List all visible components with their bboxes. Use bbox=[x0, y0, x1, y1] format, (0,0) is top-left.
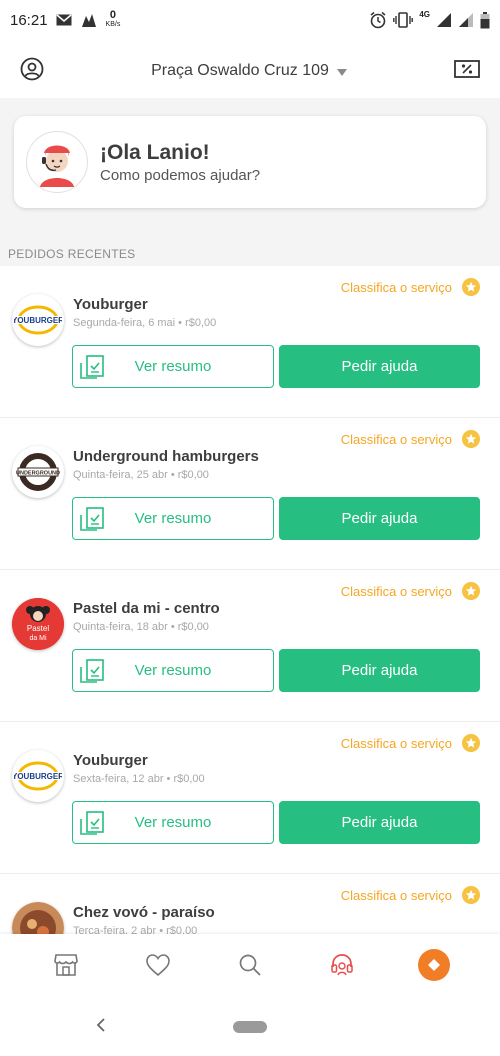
status-bar: 16:21 0 KB/s 4G bbox=[0, 0, 500, 40]
pastel-da-mi-logo: Pastel da Mi bbox=[12, 598, 64, 650]
rate-service-link[interactable]: Classifica o serviço bbox=[341, 886, 480, 904]
svg-text:YOUBURGER: YOUBURGER bbox=[14, 316, 62, 325]
youburger-logo: YOUBURGER bbox=[12, 294, 64, 346]
restaurant-name: Youburger bbox=[73, 752, 148, 769]
order-meta: Segunda-feira, 6 mai • r$0,00 bbox=[73, 317, 217, 329]
receipt-icon bbox=[77, 352, 107, 382]
nav-favorites[interactable] bbox=[138, 945, 178, 985]
view-summary-button[interactable]: Ver resumo bbox=[72, 801, 274, 844]
network-speed: 0 KB/s bbox=[105, 9, 121, 29]
restaurant-name: Chez vovó - paraíso bbox=[73, 904, 215, 921]
rate-service-link[interactable]: Classifica o serviço bbox=[341, 278, 480, 296]
system-navigation bbox=[0, 996, 500, 1056]
signal-2-icon bbox=[458, 12, 474, 28]
order-meta: Sexta-feira, 12 abr • r$0,00 bbox=[73, 773, 205, 785]
order-card: Classifica o serviço Pastel da Mi Pastel … bbox=[0, 570, 500, 722]
address-text: Praça Oswaldo Cruz 109 bbox=[151, 62, 329, 79]
orders-list[interactable]: Classifica o serviço YOUBURGER Youburger… bbox=[0, 266, 500, 934]
svg-text:YOUBURGER: YOUBURGER bbox=[14, 772, 62, 781]
plant-icon bbox=[80, 12, 98, 28]
request-help-button[interactable]: Pedir ajuda bbox=[279, 345, 480, 388]
bottom-navigation bbox=[0, 934, 500, 996]
store-icon bbox=[54, 954, 78, 976]
support-avatar bbox=[26, 131, 88, 193]
request-help-button[interactable]: Pedir ajuda bbox=[279, 497, 480, 540]
chevron-down-icon bbox=[336, 68, 347, 76]
user-circle-icon bbox=[20, 57, 44, 80]
order-meta: Quinta-feira, 25 abr • r$0,00 bbox=[73, 469, 209, 481]
status-time: 16:21 bbox=[10, 11, 48, 29]
app-header: Praça Oswaldo Cruz 109 bbox=[0, 44, 500, 98]
nav-search[interactable] bbox=[230, 945, 270, 985]
alarm-icon bbox=[369, 11, 387, 29]
greeting-subtitle: Como podemos ajudar? bbox=[100, 166, 261, 184]
heart-icon bbox=[146, 954, 170, 977]
home-pill[interactable] bbox=[233, 1021, 267, 1033]
star-icon bbox=[462, 582, 480, 600]
restaurant-name: Underground hamburgers bbox=[73, 448, 259, 465]
order-card: Classifica o serviço Chez vovó - paraíso… bbox=[0, 874, 500, 934]
support-agent-icon bbox=[40, 145, 74, 187]
address-selector[interactable]: Praça Oswaldo Cruz 109 bbox=[44, 62, 454, 80]
request-help-button[interactable]: Pedir ajuda bbox=[279, 649, 480, 692]
section-title-recent-orders: PEDIDOS RECENTES bbox=[8, 247, 136, 261]
svg-text:da Mi: da Mi bbox=[29, 635, 47, 642]
coupon-percent-icon bbox=[454, 59, 480, 78]
signal-icon bbox=[436, 12, 452, 28]
vibrate-icon bbox=[393, 12, 414, 28]
star-icon bbox=[462, 430, 480, 448]
order-meta: Terça-feira, 2 abr • r$0,00 bbox=[73, 925, 198, 934]
greeting-title: ¡Ola Lanio! bbox=[100, 140, 210, 164]
order-card: Classifica o serviço YOUBURGER Youburger… bbox=[0, 266, 500, 418]
view-summary-button[interactable]: Ver resumo bbox=[72, 497, 274, 540]
rate-service-link[interactable]: Classifica o serviço bbox=[341, 582, 480, 600]
underground-logo: UNDERGROUND bbox=[12, 446, 64, 498]
coupon-button[interactable] bbox=[454, 59, 480, 84]
receipt-icon bbox=[77, 808, 107, 838]
svg-text:UNDERGROUND: UNDERGROUND bbox=[16, 471, 60, 477]
search-icon bbox=[239, 954, 261, 976]
mail-icon bbox=[56, 14, 72, 26]
nav-store[interactable] bbox=[46, 945, 86, 985]
order-meta: Quinta-feira, 18 abr • r$0,00 bbox=[73, 621, 209, 633]
nav-profile[interactable] bbox=[414, 945, 454, 985]
view-summary-button[interactable]: Ver resumo bbox=[72, 345, 274, 388]
receipt-icon bbox=[77, 656, 107, 686]
headset-icon bbox=[331, 954, 353, 976]
rate-service-link[interactable]: Classifica o serviço bbox=[341, 430, 480, 448]
order-card: Classifica o serviço YOUBURGER Youburger… bbox=[0, 722, 500, 874]
battery-icon bbox=[480, 11, 490, 29]
rate-service-link[interactable]: Classifica o serviço bbox=[341, 734, 480, 752]
diamond-icon bbox=[418, 949, 450, 981]
nav-support[interactable] bbox=[322, 945, 362, 985]
restaurant-name: Youburger bbox=[73, 296, 148, 313]
request-help-button[interactable]: Pedir ajuda bbox=[279, 801, 480, 844]
view-summary-button[interactable]: Ver resumo bbox=[72, 649, 274, 692]
chez-vovo-logo bbox=[12, 902, 64, 934]
back-icon[interactable] bbox=[96, 1016, 106, 1037]
profile-button[interactable] bbox=[20, 57, 44, 86]
receipt-icon bbox=[77, 504, 107, 534]
svg-text:Pastel: Pastel bbox=[27, 624, 49, 633]
order-card: Classifica o serviço UNDERGROUND Undergr… bbox=[0, 418, 500, 570]
greeting-card: ¡Ola Lanio! Como podemos ajudar? bbox=[14, 116, 486, 208]
star-icon bbox=[462, 278, 480, 296]
network-type: 4G bbox=[419, 9, 430, 19]
star-icon bbox=[462, 886, 480, 904]
youburger-logo: YOUBURGER bbox=[12, 750, 64, 802]
star-icon bbox=[462, 734, 480, 752]
restaurant-name: Pastel da mi - centro bbox=[73, 600, 220, 617]
